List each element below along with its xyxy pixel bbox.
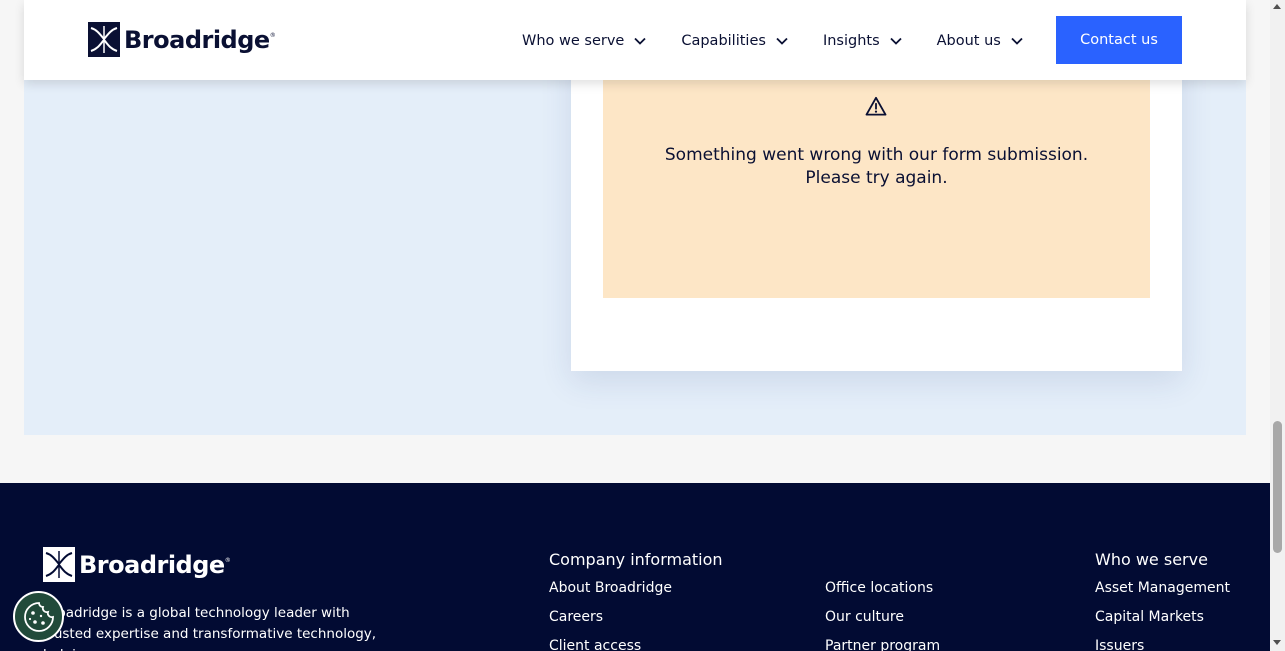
error-line-1: Something went wrong with our form submi… bbox=[664, 145, 1089, 165]
nav-about-us[interactable]: About us bbox=[937, 30, 1024, 52]
nav-label: Capabilities bbox=[681, 33, 766, 49]
footer-link-client-access[interactable]: Client access bbox=[549, 632, 672, 651]
nav-insights[interactable]: Insights bbox=[823, 30, 903, 52]
scroll-down-arrow-icon[interactable] bbox=[1273, 640, 1281, 645]
footer-company-links-1: About Broadridge Careers Client access bbox=[549, 574, 672, 651]
form-card: Something went wrong with our form submi… bbox=[571, 40, 1182, 371]
footer-link-office-locations[interactable]: Office locations bbox=[825, 574, 940, 603]
page-scrollbar[interactable] bbox=[1270, 0, 1285, 651]
nav-label: Who we serve bbox=[522, 33, 625, 49]
cookie-settings-button[interactable] bbox=[13, 591, 64, 642]
warning-icon bbox=[865, 96, 887, 116]
footer-company-title: Company information bbox=[549, 550, 723, 569]
nav-label: About us bbox=[936, 33, 1001, 49]
footer-about-text: Broadridge is a global technology leader… bbox=[43, 605, 377, 651]
nav-who-we-serve[interactable]: Who we serve bbox=[522, 30, 647, 52]
footer-link-asset-management[interactable]: Asset Management bbox=[1095, 574, 1230, 603]
main-nav: Who we serve Capabilities Insights About… bbox=[522, 30, 1024, 52]
broadridge-logo-icon bbox=[43, 547, 75, 582]
broadridge-logo-icon bbox=[88, 22, 120, 57]
cookie-icon bbox=[23, 601, 54, 632]
header-logo[interactable]: Broadridge® bbox=[88, 22, 276, 57]
footer-serve-title: Who we serve bbox=[1095, 550, 1208, 569]
error-line-2: Please try again. bbox=[805, 168, 948, 188]
footer-link-about[interactable]: About Broadridge bbox=[549, 574, 672, 603]
chevron-down-icon bbox=[1011, 37, 1023, 45]
footer-link-careers[interactable]: Careers bbox=[549, 603, 672, 632]
nav-capabilities[interactable]: Capabilities bbox=[681, 30, 789, 52]
footer-link-partner-program[interactable]: Partner program bbox=[825, 632, 940, 651]
footer-logo-text: Broadridge® bbox=[79, 550, 231, 579]
footer-link-our-culture[interactable]: Our culture bbox=[825, 603, 940, 632]
chevron-down-icon bbox=[776, 37, 788, 45]
error-text: Something went wrong with our form submi… bbox=[603, 144, 1150, 190]
logo-text: Broadridge® bbox=[124, 25, 276, 54]
footer-serve-links: Asset Management Capital Markets Issuers bbox=[1095, 574, 1230, 651]
chevron-down-icon bbox=[889, 37, 902, 45]
scroll-up-arrow-icon[interactable] bbox=[1273, 4, 1281, 9]
site-header: Broadridge® Who we serve Capabilities In… bbox=[24, 0, 1246, 80]
chevron-down-icon bbox=[634, 37, 646, 45]
nav-label: Insights bbox=[822, 33, 880, 49]
contact-us-button[interactable]: Contact us bbox=[1056, 16, 1182, 64]
scrollbar-thumb[interactable] bbox=[1273, 421, 1282, 553]
site-footer: Broadridge® Broadridge is a global techn… bbox=[0, 483, 1270, 651]
footer-logo[interactable]: Broadridge® bbox=[43, 547, 231, 582]
footer-link-capital-markets[interactable]: Capital Markets bbox=[1095, 603, 1230, 632]
footer-link-issuers[interactable]: Issuers bbox=[1095, 632, 1230, 651]
footer-company-links-2: Office locations Our culture Partner pro… bbox=[825, 574, 940, 651]
